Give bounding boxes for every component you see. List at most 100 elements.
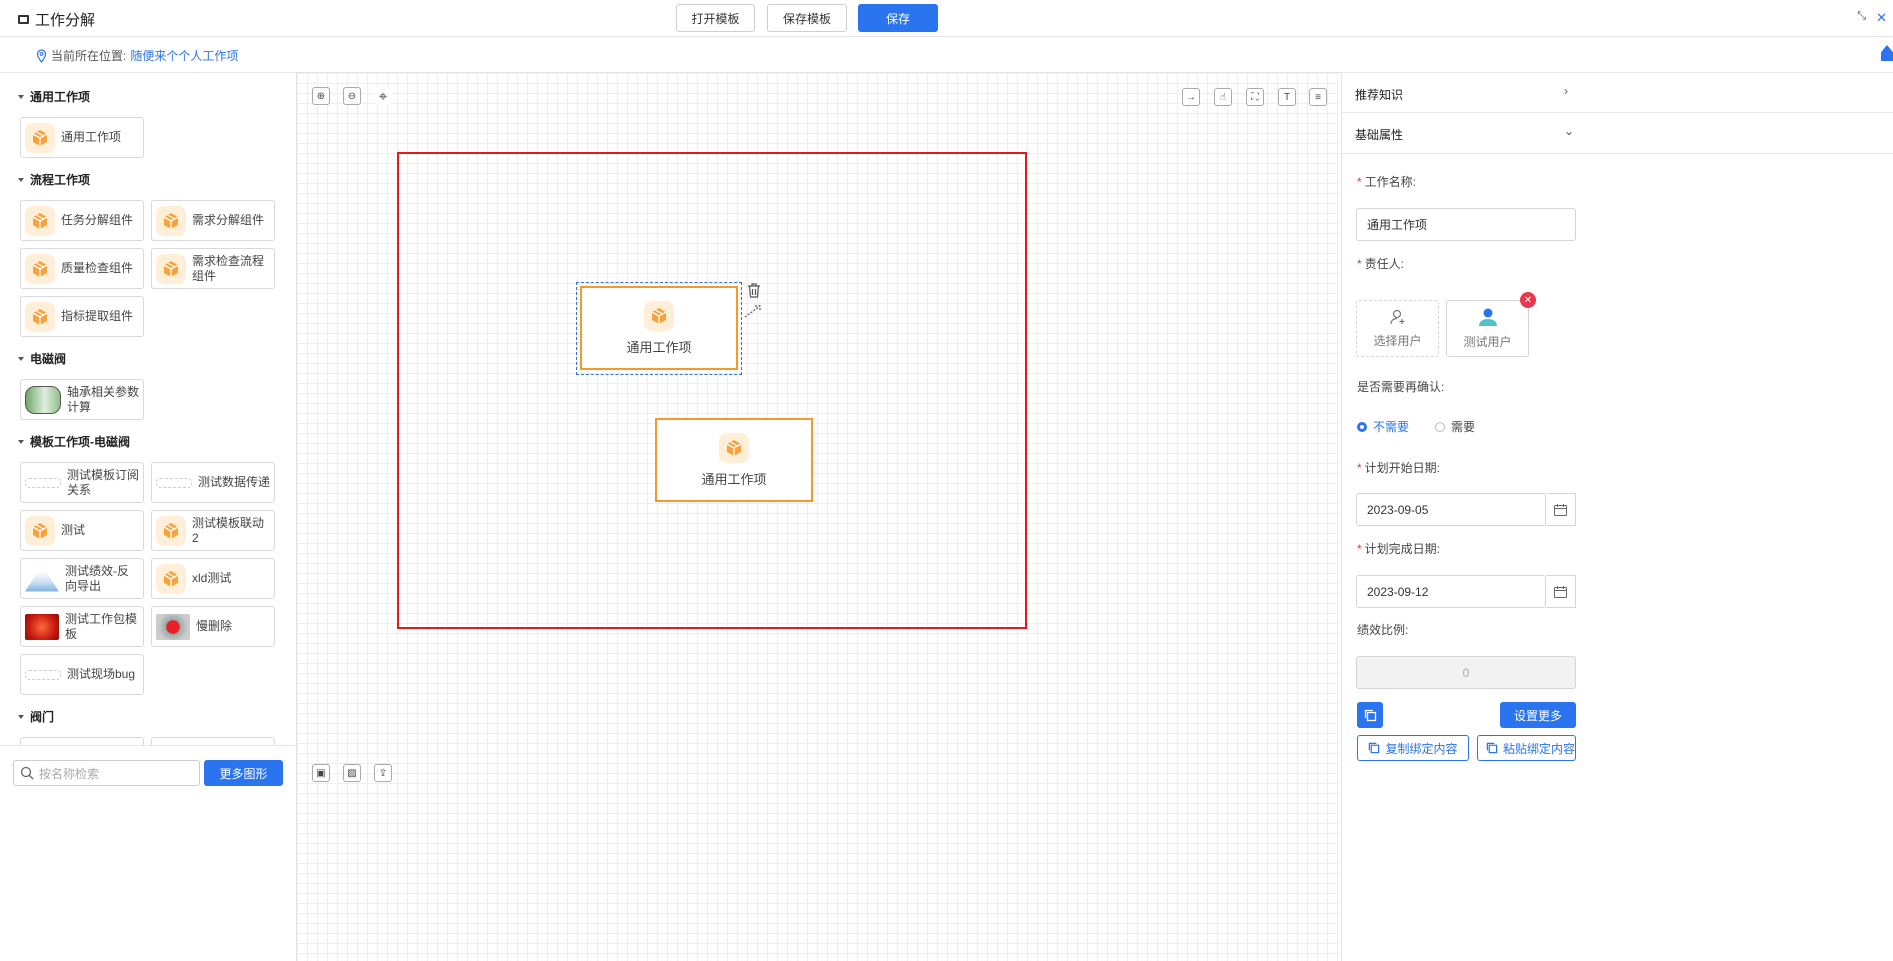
dashed-shape-icon: [25, 669, 61, 680]
paste-bind-label: 粘贴绑定内容: [1502, 741, 1575, 756]
set-more-label: 设置更多: [1513, 708, 1562, 723]
palette-item[interactable]: 测试: [20, 510, 144, 551]
collapse-right-icon[interactable]: ›: [1564, 84, 1568, 98]
work-name-input[interactable]: 通用工作项: [1356, 208, 1576, 241]
box-icon: [25, 205, 55, 236]
palette-item-label: 需求分解组件: [192, 213, 265, 227]
palette-item[interactable]: 测试绩效-反向导出: [20, 558, 144, 599]
work-name-label: * 工作名称:: [1357, 175, 1417, 189]
end-date-input[interactable]: 2023-09-12: [1356, 575, 1546, 608]
upload-icon[interactable]: ⇪: [374, 764, 392, 782]
cylinder-icon: [25, 385, 61, 414]
collapse-icon[interactable]: ⤡: [1857, 10, 1866, 26]
zoom-out-icon[interactable]: ⊖: [343, 87, 361, 105]
select-area-icon[interactable]: ⛶: [1246, 88, 1264, 106]
save-button[interactable]: 保存: [858, 4, 938, 32]
palette-item[interactable]: 指标提取组件: [20, 296, 144, 337]
confirm-option-no-label: 不需要: [1373, 420, 1410, 434]
text-icon[interactable]: T: [1278, 88, 1296, 106]
locate-icon[interactable]: ⌖: [374, 87, 392, 105]
open-template-button[interactable]: 打开模板: [676, 4, 755, 32]
group-title-general[interactable]: 通用工作项: [18, 88, 90, 105]
save-template-button[interactable]: 保存模板: [767, 4, 847, 32]
palette-item[interactable]: 需求检查流程组件: [151, 248, 275, 289]
node-label: 通用工作项: [626, 339, 692, 355]
palette-item-label: 质量检查组件: [61, 261, 134, 275]
search-placeholder: 按名称检索: [39, 766, 100, 781]
select-user-label: 选择用户: [1373, 334, 1422, 348]
connect-arrow-icon[interactable]: [744, 304, 762, 321]
calendar-icon[interactable]: [1546, 575, 1576, 608]
basic-section-header[interactable]: 基础属性 ⌄: [1342, 113, 1893, 154]
assigned-user-label: 测试用户: [1463, 335, 1512, 349]
box-icon: [25, 301, 55, 332]
palette-item-label: 测试绩效-反向导出: [65, 563, 129, 593]
copy-bind-button[interactable]: 复制绑定内容: [1357, 735, 1469, 761]
palette-item[interactable]: 测试工作包模板: [20, 606, 144, 647]
palette-item[interactable]: 测试模板联动2: [151, 510, 275, 551]
box-icon: [156, 563, 186, 594]
dashed-shape-icon: [25, 477, 61, 488]
chevron-down-icon[interactable]: ⌄: [1564, 124, 1574, 138]
assigned-user-card[interactable]: 测试用户: [1446, 300, 1529, 357]
home-icon[interactable]: [1881, 45, 1893, 61]
palette-item-label: 测试工作包模板: [65, 611, 138, 641]
box-icon: [156, 205, 186, 236]
palette-item[interactable]: 测试数据传递: [151, 462, 275, 503]
palette-item-label: xld测试: [192, 571, 232, 585]
palette-item-label: 测试数据传递: [198, 475, 271, 489]
copy-icon-button[interactable]: [1357, 702, 1383, 728]
group-title-solenoid[interactable]: 电磁阀: [18, 350, 66, 367]
location-link[interactable]: 随便来个个人工作项: [130, 47, 238, 64]
remove-user-icon[interactable]: ✕: [1520, 292, 1536, 308]
select-user-button[interactable]: 选择用户: [1356, 300, 1439, 357]
palette-item-label: 需求检查流程组件: [192, 253, 265, 283]
palette-item[interactable]: 测试现场bug: [20, 654, 144, 695]
align-icon[interactable]: ≡: [1309, 88, 1327, 106]
node-label: 通用工作项: [701, 471, 767, 487]
zoom-in-icon[interactable]: ⊕: [312, 87, 330, 105]
more-shapes-button[interactable]: 更多图形: [204, 760, 283, 786]
caret-down-icon: [18, 94, 24, 99]
confirm-option-yes[interactable]: 需要: [1435, 418, 1475, 435]
box-icon: [719, 432, 749, 463]
palette-item[interactable]: 测试模板订阅关系: [20, 462, 144, 503]
recommend-section-header[interactable]: 推荐知识 ›: [1342, 73, 1893, 113]
calendar-icon[interactable]: [1546, 493, 1576, 526]
group-title-process[interactable]: 流程工作项: [18, 171, 90, 188]
copy-icon: [1364, 709, 1376, 721]
palette-item[interactable]: 慢删除: [151, 606, 275, 647]
group-title-valve[interactable]: 阀门: [18, 708, 54, 725]
search-input[interactable]: 按名称检索: [13, 760, 200, 786]
work-item-node[interactable]: 通用工作项: [655, 418, 813, 502]
ratio-input[interactable]: 0: [1356, 656, 1576, 689]
close-icon[interactable]: ✕: [1876, 10, 1887, 26]
container-frame[interactable]: [397, 152, 1027, 629]
trash-icon[interactable]: [747, 283, 761, 301]
hand-icon[interactable]: ☝: [1214, 88, 1232, 106]
set-more-button[interactable]: 设置更多: [1500, 702, 1576, 728]
palette-item[interactable]: 任务分解组件: [20, 200, 144, 241]
copy-bind-label: 复制绑定内容: [1385, 741, 1458, 756]
ratio-label: 绩效比例:: [1357, 623, 1409, 637]
diagram-canvas[interactable]: ⊕ ⊖ ⌖ → ☝ ⛶ T ≡ 通用工作项 通用工作项 ▣ ▨ ⇪: [297, 73, 1340, 961]
palette-item[interactable]: 质量检查组件: [20, 248, 144, 289]
start-date-input[interactable]: 2023-09-05: [1356, 493, 1546, 526]
search-icon: [20, 766, 34, 780]
palette-item[interactable]: 轴承相关参数计算: [20, 379, 144, 420]
palette-item[interactable]: xld测试: [151, 558, 275, 599]
group-title-template-solenoid[interactable]: 模板工作项-电磁阀: [18, 433, 130, 450]
work-item-node[interactable]: 通用工作项: [580, 286, 738, 370]
palette-item[interactable]: 需求分解组件: [151, 200, 275, 241]
arrow-right-icon[interactable]: →: [1182, 88, 1200, 106]
caret-down-icon: [18, 177, 24, 182]
palette-item-label: 轴承相关参数计算: [67, 384, 140, 414]
palette-item-label: 慢删除: [196, 619, 233, 633]
save-diagram-icon[interactable]: ▣: [312, 764, 330, 782]
export-image-icon[interactable]: ▨: [343, 764, 361, 782]
paste-icon: [1486, 742, 1498, 754]
palette-item[interactable]: 通用工作项: [20, 117, 144, 158]
label-text: 计划完成日期:: [1364, 542, 1441, 556]
paste-bind-button[interactable]: 粘贴绑定内容: [1477, 735, 1576, 761]
confirm-option-no[interactable]: 不需要: [1357, 418, 1409, 435]
